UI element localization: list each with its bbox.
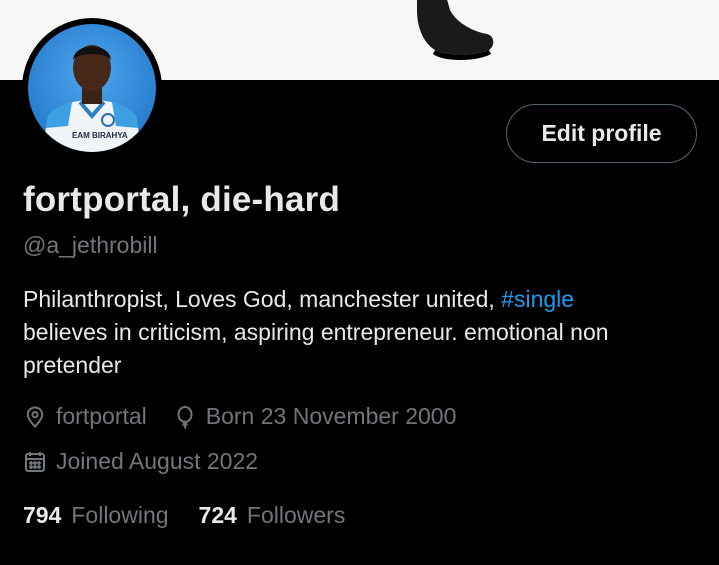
following-link[interactable]: 794 Following <box>23 502 169 529</box>
followers-count: 724 <box>198 502 237 528</box>
profile-bio: Philanthropist, Loves God, manchester un… <box>23 283 703 382</box>
edit-profile-button[interactable]: Edit profile <box>506 104 697 163</box>
location-item: fortportal <box>23 403 147 430</box>
avatar-photo: EAM BIRAHYA <box>28 24 156 152</box>
following-count: 794 <box>23 502 62 528</box>
bio-hashtag-link[interactable]: #single <box>501 286 574 312</box>
profile-avatar[interactable]: EAM BIRAHYA <box>22 18 162 158</box>
birthday-text: Born 23 November 2000 <box>205 403 457 429</box>
banner-shoe-image <box>417 0 494 60</box>
bio-text: Philanthropist, Loves God, manchester un… <box>23 286 502 312</box>
svg-text:EAM BIRAHYA: EAM BIRAHYA <box>72 131 128 140</box>
location-text: fortportal <box>56 403 147 429</box>
location-icon <box>26 405 44 428</box>
joined-item: Joined August 2022 <box>23 448 258 475</box>
balloon-icon <box>177 405 193 429</box>
profile-meta-row-1: fortportal Born 23 November 2000 <box>23 403 482 430</box>
username-handle: @a_jethrobill <box>23 232 158 258</box>
birthday-item: Born 23 November 2000 <box>173 403 457 430</box>
profile-meta-row-2: Joined August 2022 <box>23 448 284 475</box>
following-label: Following <box>71 502 169 528</box>
calendar-icon <box>25 451 45 472</box>
followers-label: Followers <box>246 502 346 528</box>
bio-text-continued: believes in criticism, aspiring entrepre… <box>23 319 609 378</box>
joined-text: Joined August 2022 <box>56 448 259 474</box>
display-name: fortportal, die-hard <box>23 180 341 219</box>
follow-stats: 794 Following 724 Followers <box>23 502 375 529</box>
followers-link[interactable]: 724 Followers <box>199 502 346 529</box>
